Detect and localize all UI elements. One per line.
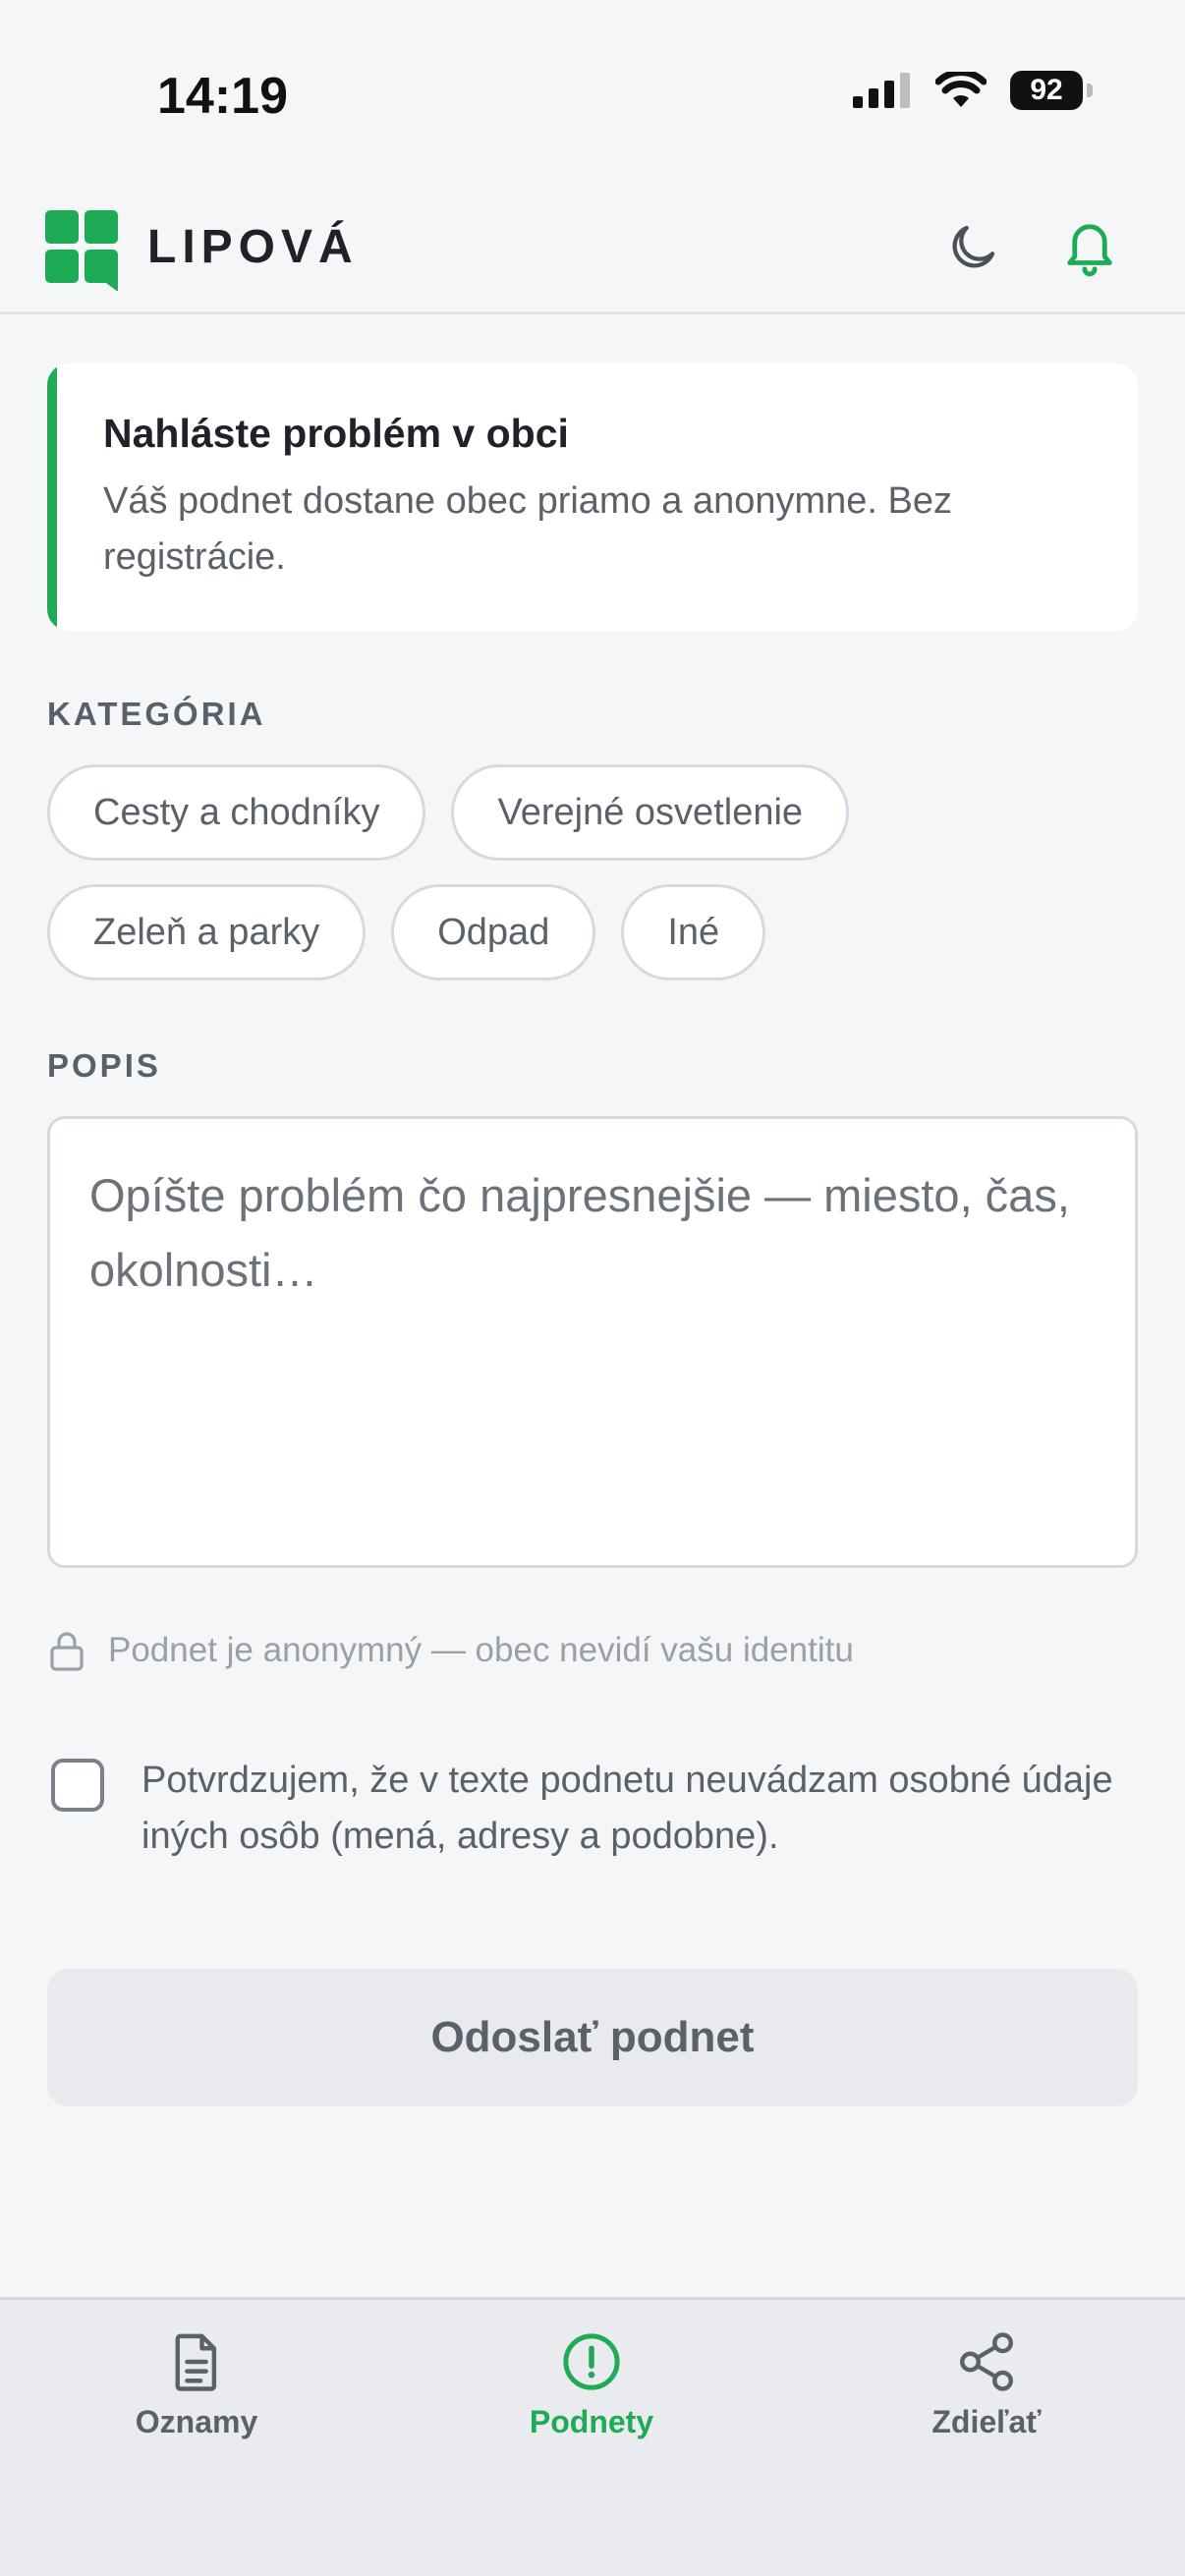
- info-card-title: Nahláste problém v obci: [103, 411, 569, 456]
- nav-label-oznamy: Oznamy: [135, 2404, 258, 2439]
- info-card-text: Váš podnet dostane obec priamo a anonymn…: [103, 480, 953, 578]
- signal-icon: [853, 73, 910, 108]
- info-card: Nahláste problém v obci Váš podnet dosta…: [47, 364, 1138, 631]
- bell-icon[interactable]: [1059, 214, 1120, 279]
- chip-ine[interactable]: Iné: [621, 884, 766, 980]
- anonymity-note-text: Podnet je anonymný — obec nevidí vašu id…: [108, 1631, 854, 1669]
- status-time: 14:19: [157, 68, 288, 125]
- info-card-accent: [47, 364, 57, 631]
- consent-checkbox[interactable]: [51, 1759, 104, 1812]
- submit-button[interactable]: Odoslať podnet: [47, 1969, 1138, 2106]
- app-title: LIPOVÁ: [147, 221, 359, 273]
- moon-icon[interactable]: [943, 218, 1002, 277]
- nav-item-podnety[interactable]: Podnety: [464, 2329, 719, 2440]
- status-icons: 92: [853, 71, 1093, 110]
- category-label: KATEGÓRIA: [47, 696, 266, 732]
- app-header: LIPOVÁ: [0, 187, 1185, 314]
- anonymity-note: Podnet je anonymný — obec nevidí vašu id…: [47, 1629, 854, 1672]
- share-icon: [960, 2332, 1013, 2391]
- alert-circle-icon: [563, 2333, 620, 2390]
- chip-cesty-a-chodniky[interactable]: Cesty a chodníky: [47, 764, 426, 861]
- description-label: POPIS: [47, 1047, 161, 1084]
- description-input[interactable]: [89, 1158, 1096, 1526]
- nav-item-zdielat[interactable]: Zdieľať: [859, 2329, 1114, 2440]
- chip-verejne-osvetlenie[interactable]: Verejné osvetlenie: [451, 764, 850, 861]
- nav-item-oznamy[interactable]: Oznamy: [69, 2329, 324, 2440]
- nav-label-podnety: Podnety: [529, 2404, 654, 2439]
- bottom-nav: Oznamy Podnety Zdieľať: [0, 2297, 1185, 2576]
- lock-icon: [50, 1632, 84, 1671]
- wifi-icon: [935, 72, 987, 107]
- status-bar: 14:19 92: [0, 0, 1185, 187]
- nav-label-zdielat: Zdieľať: [931, 2404, 1042, 2439]
- chip-odpad[interactable]: Odpad: [391, 884, 596, 980]
- category-chips: Cesty a chodníky Verejné osvetlenie Zele…: [47, 764, 1138, 1004]
- consent-text: Potvrdzujem, že v texte podnetu neuvádza…: [141, 1760, 1113, 1857]
- lipova-logo-icon: [45, 210, 118, 291]
- chip-zelen-a-parky[interactable]: Zeleň a parky: [47, 884, 367, 980]
- document-icon: [175, 2333, 217, 2391]
- battery-icon: 92: [1010, 71, 1093, 110]
- description-box: [47, 1116, 1138, 1568]
